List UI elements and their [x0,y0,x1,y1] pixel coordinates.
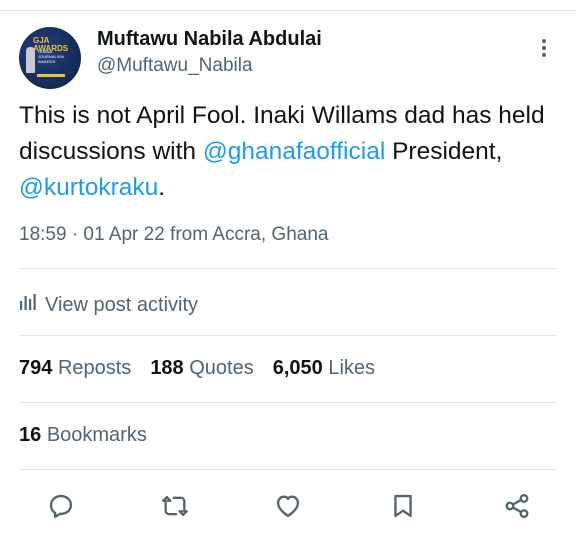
like-icon[interactable] [272,490,304,522]
bookmarks-label: Bookmarks [46,424,147,446]
likes-count: 6,050 [272,357,323,379]
repost-icon[interactable] [159,490,191,522]
post-text: This is not April Fool. Inaki Willams da… [19,98,567,206]
bookmarks-count: 16 [19,424,42,446]
view-activity-link[interactable]: View post activity [19,290,198,320]
more-options-icon[interactable] [536,36,552,60]
view-activity-label: View post activity [45,293,199,316]
avatar[interactable]: GJA AWARDS GHANA JOURNALISM AWARDS [19,27,81,89]
mention-link[interactable]: @kurtokraku [19,174,158,201]
bookmarks-stat[interactable]: 16 Bookmarks [19,424,147,447]
share-icon[interactable] [501,490,533,522]
divider [19,402,557,403]
engagement-stats: 794 Reposts 188 Quotes 6,050 Likes [19,357,375,380]
divider [19,469,557,470]
avatar-bar [37,74,65,77]
divider [19,335,557,336]
avatar-caption: GHANA JOURNALISM AWARDS [38,49,64,64]
bookmark-icon[interactable] [387,490,419,522]
post-text-part: . [158,174,166,201]
analytics-icon [19,293,45,317]
likes-label: Likes [328,357,376,379]
reposts-label: Reposts [57,357,132,379]
post-timestamp[interactable]: 18:59 · 01 Apr 22 from Accra, Ghana [19,224,328,246]
author-name[interactable]: Muftawu Nabila Abdulai [97,28,322,51]
likes-stat[interactable]: 6,050 Likes [273,357,375,380]
mention-link[interactable]: @ghanafaofficial [203,138,385,165]
quotes-stat[interactable]: 188 Quotes [150,357,253,380]
quotes-label: Quotes [189,357,254,379]
divider [19,268,557,269]
reposts-count: 794 [19,357,53,379]
quotes-count: 188 [150,357,184,379]
avatar-figure [26,47,35,73]
top-divider [0,10,576,11]
post-text-part: President, [385,138,503,165]
author-handle[interactable]: @Muftawu_Nabila [97,55,253,77]
reposts-stat[interactable]: 794 Reposts [19,357,131,380]
reply-icon[interactable] [45,490,77,522]
